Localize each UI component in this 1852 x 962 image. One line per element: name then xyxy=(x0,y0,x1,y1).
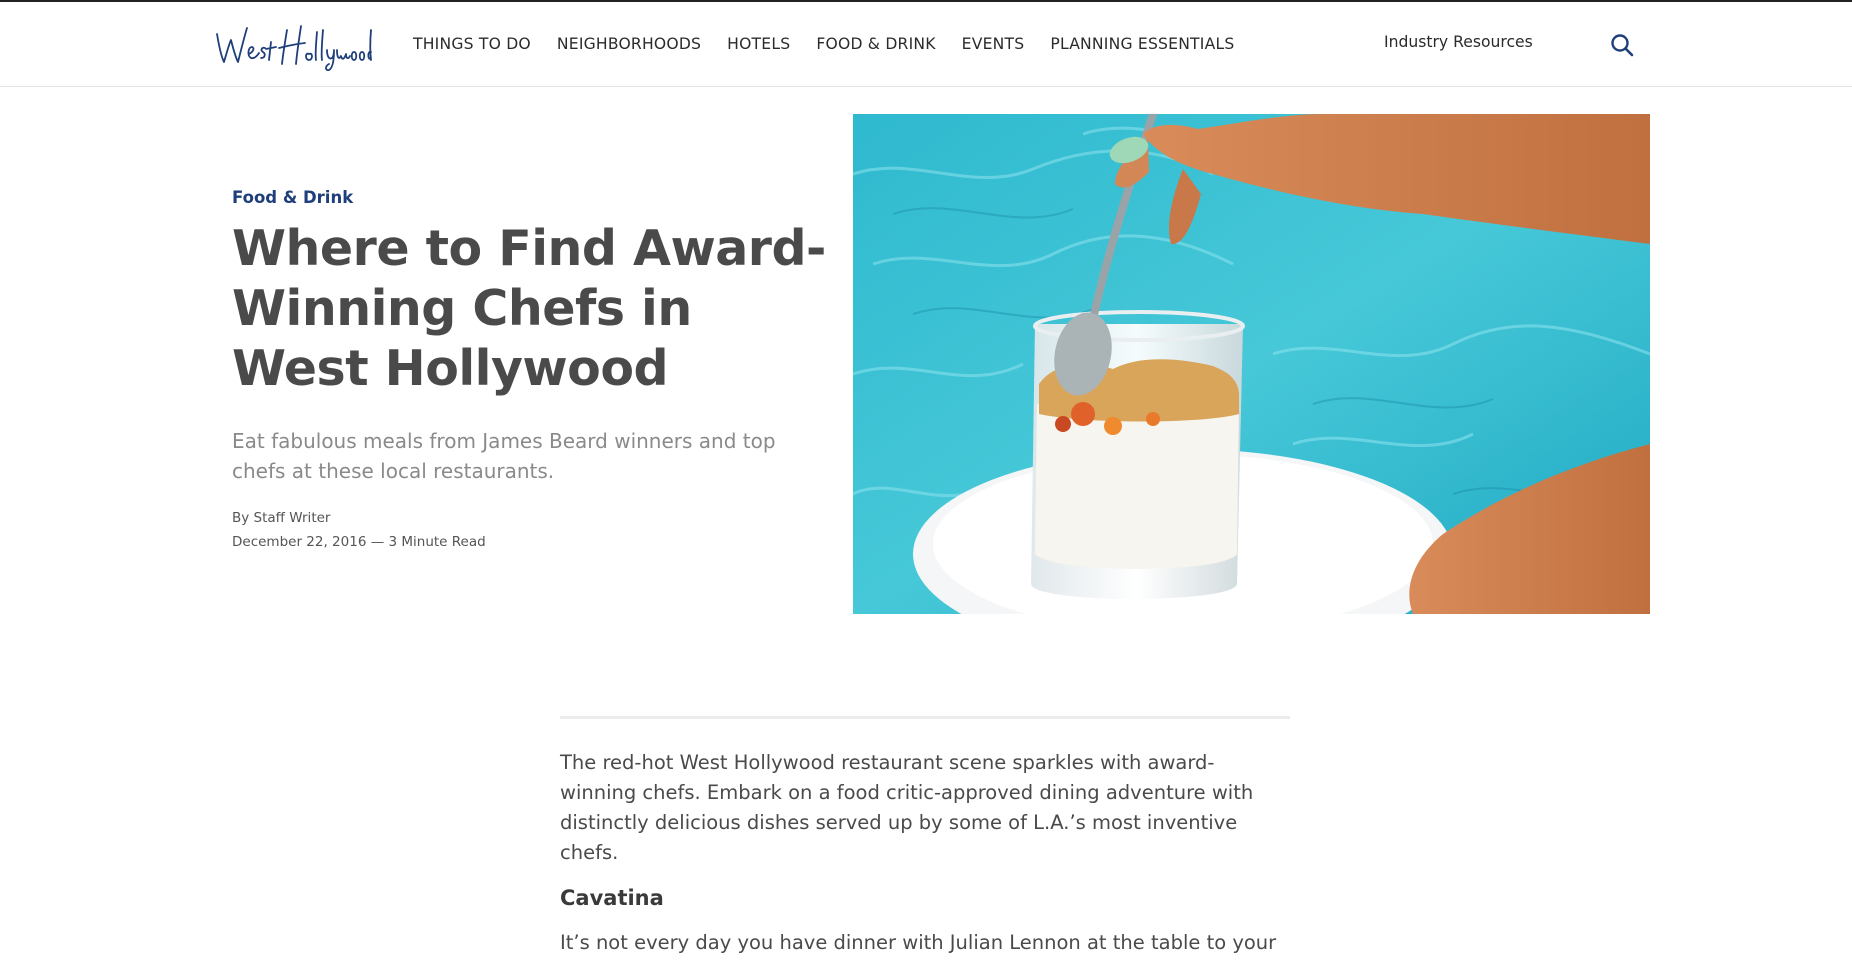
nav-item-food-drink[interactable]: FOOD & DRINK xyxy=(816,35,935,53)
intro-paragraph: The red-hot West Hollywood restaurant sc… xyxy=(560,751,1254,864)
article-header: Food & Drink Where to Find Award-Winning… xyxy=(232,188,832,550)
site-header: THINGS TO DO NEIGHBORHOODS HOTELS FOOD &… xyxy=(0,2,1852,87)
dessert-by-pool-illustration xyxy=(853,114,1650,614)
search-button[interactable] xyxy=(1609,32,1635,58)
nav-item-neighborhoods[interactable]: NEIGHBORHOODS xyxy=(557,35,701,53)
publish-date-readtime: December 22, 2016 — 3 Minute Read xyxy=(232,534,486,550)
nav-item-hotels[interactable]: HOTELS xyxy=(727,35,790,53)
hero-image xyxy=(853,114,1650,614)
main-navigation: THINGS TO DO NEIGHBORHOODS HOTELS FOOD &… xyxy=(413,2,1260,86)
site-logo[interactable] xyxy=(213,16,373,72)
article-subtitle: Eat fabulous meals from James Beard winn… xyxy=(232,429,776,483)
search-icon xyxy=(1611,34,1634,57)
category-label[interactable]: Food & Drink xyxy=(232,188,832,207)
page-title: Where to Find Award-Winning Chefs in Wes… xyxy=(232,220,826,397)
author-byline: By Staff Writer xyxy=(232,510,331,526)
nav-item-planning-essentials[interactable]: PLANNING ESSENTIALS xyxy=(1050,35,1234,53)
section-heading-cavatina: Cavatina xyxy=(560,886,664,910)
nav-item-events[interactable]: EVENTS xyxy=(962,35,1025,53)
content-divider xyxy=(560,716,1290,719)
article-body: The red-hot West Hollywood restaurant sc… xyxy=(560,748,1290,958)
nav-item-things-to-do[interactable]: THINGS TO DO xyxy=(413,35,531,53)
section-paragraph: It’s not every day you have dinner with … xyxy=(560,931,1277,954)
west-hollywood-logo-script xyxy=(216,25,372,72)
industry-resources-link[interactable]: Industry Resources xyxy=(1384,33,1533,51)
